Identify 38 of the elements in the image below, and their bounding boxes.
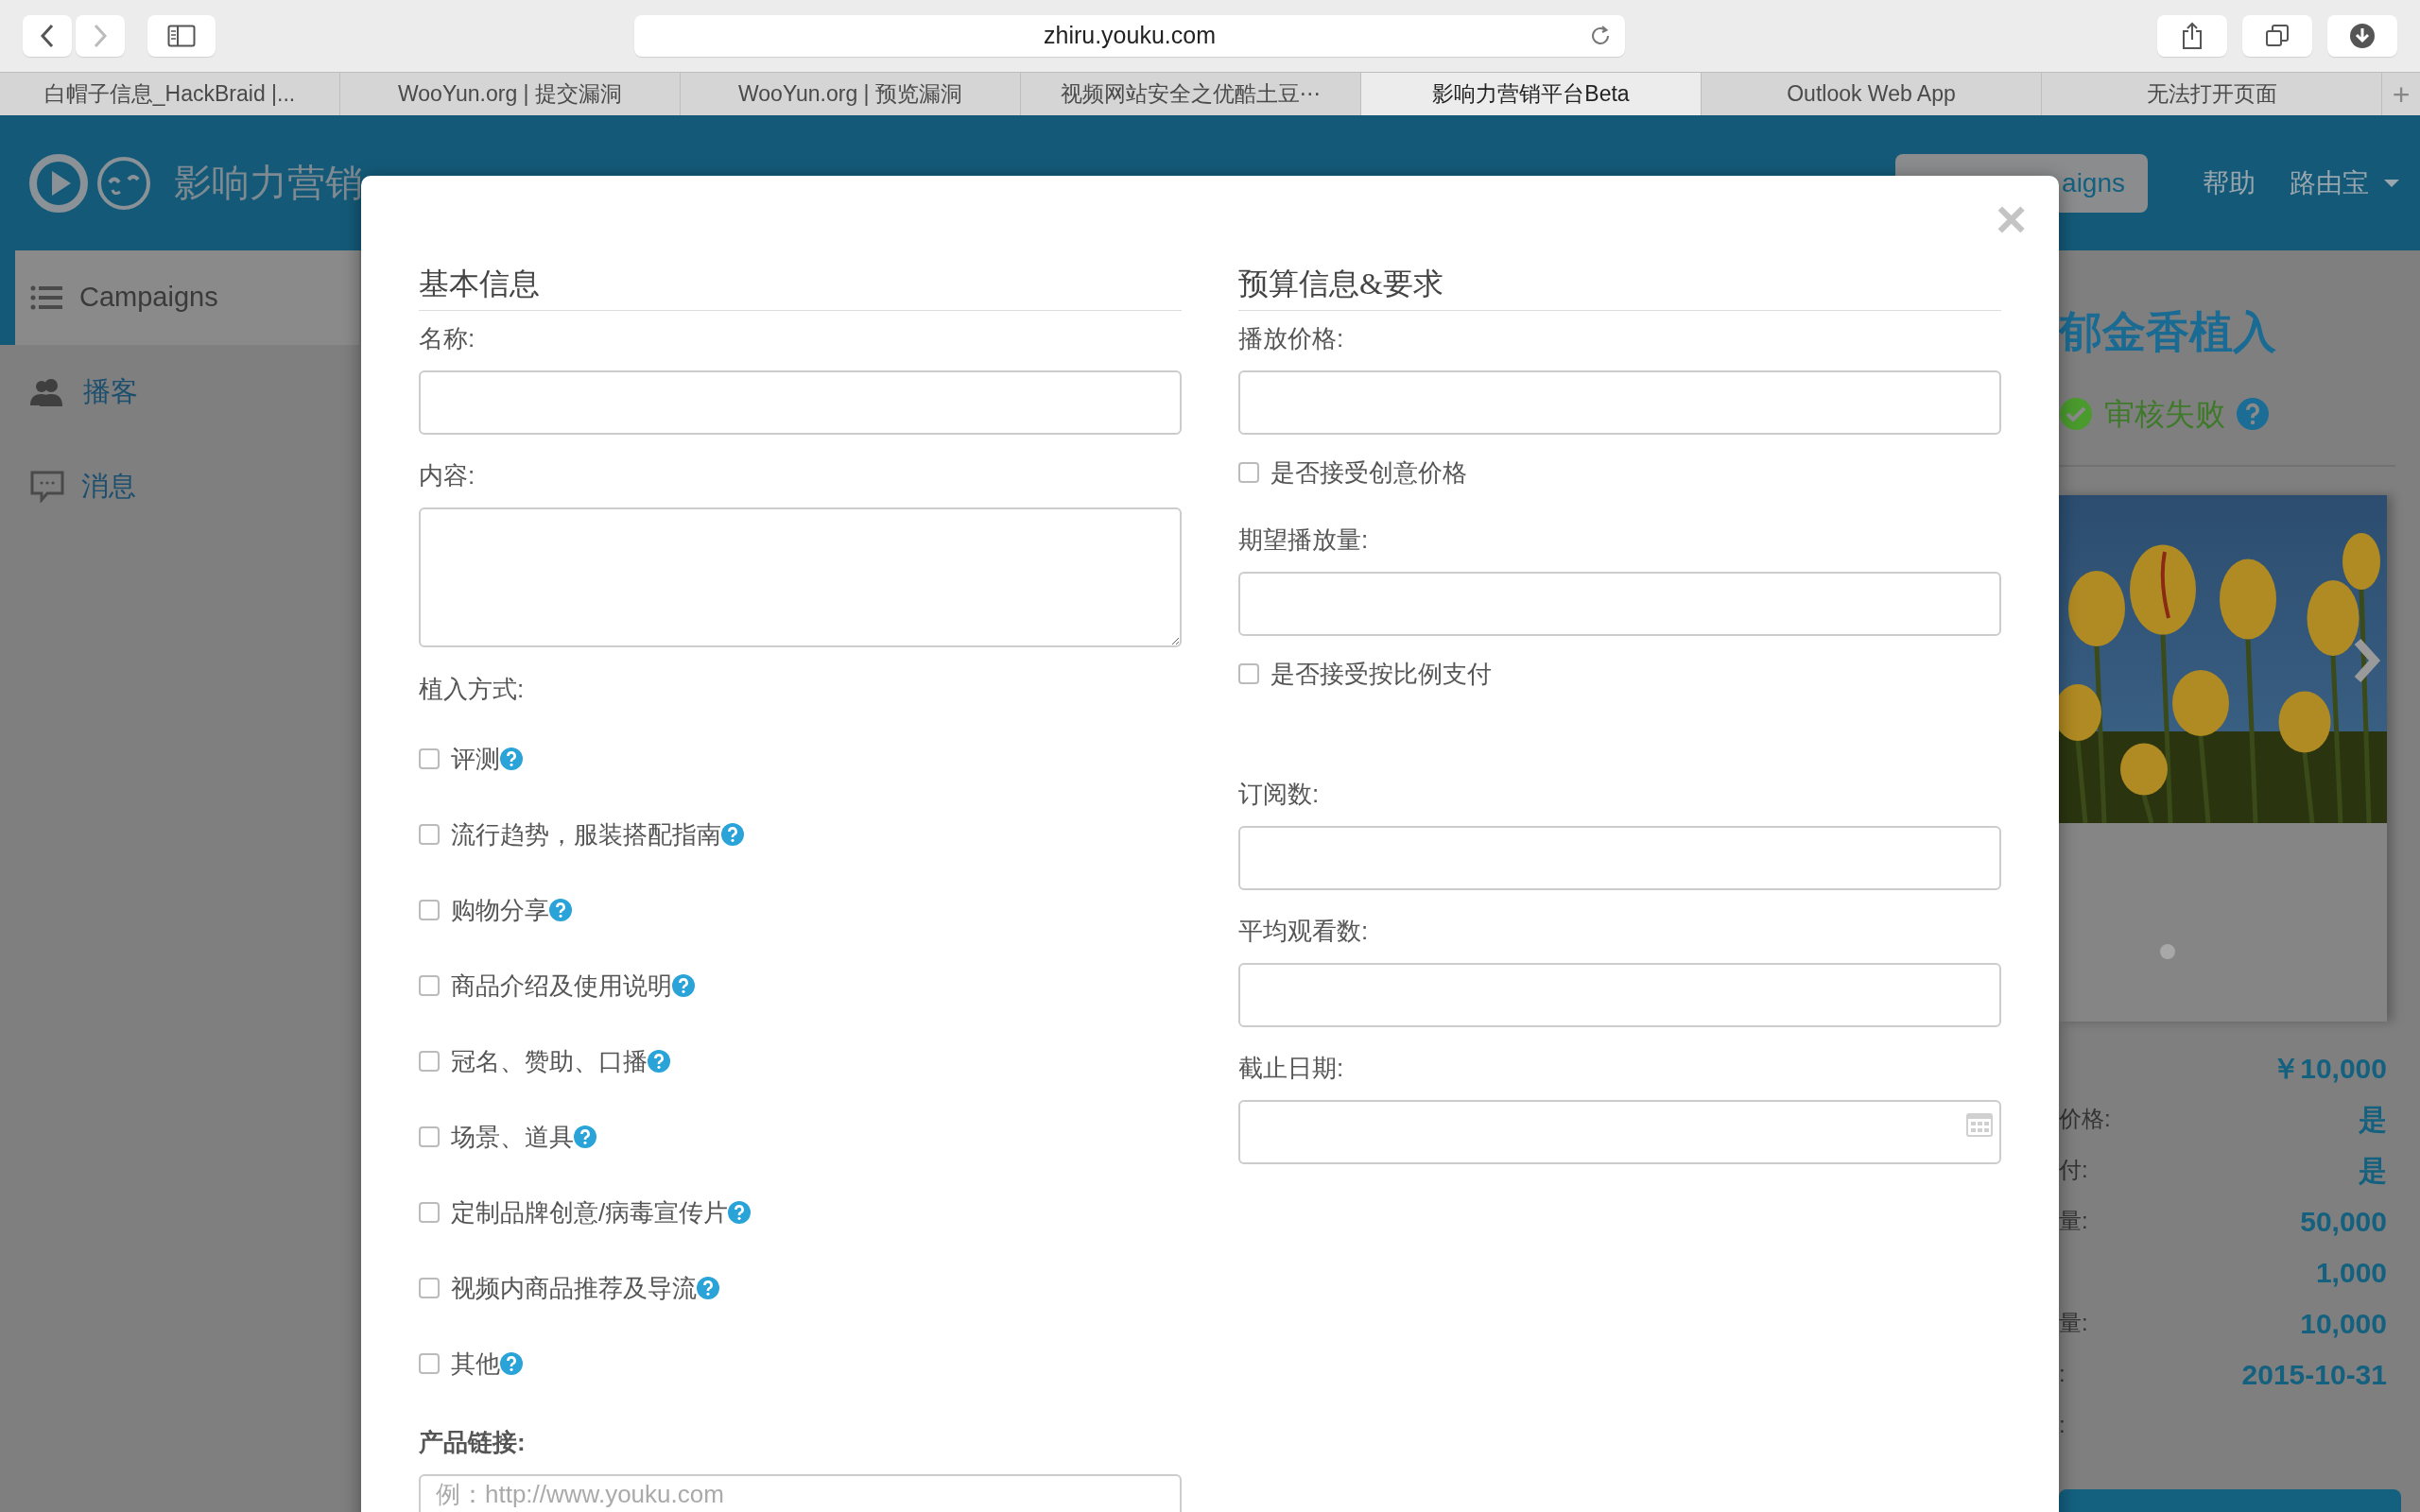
field-label: 截止日期: [1238,1053,1345,1084]
field-label: 名称: [419,323,476,354]
checkbox-label: 是否接受按比例支付 [1270,658,1492,690]
field-label: 期望播放量: [1238,524,1370,556]
site-title: 影响力营销 [174,160,363,206]
field-label: 订阅数: [1238,779,1321,810]
detail-value: 10,000 [2300,1306,2387,1341]
detail-value: 1,000 [2315,1255,2387,1290]
field-label: 内容: [419,460,476,491]
detail-label: : [2059,1411,2066,1439]
detail-label: 量: [2059,1207,2088,1235]
checkbox-label: 视频内商品推荐及导流 [451,1272,697,1304]
section-heading: 预算信息&要求 [1238,261,2001,311]
detail-value: 50,000 [2300,1204,2387,1239]
detail-value: 是 [2359,1102,2387,1137]
detail-value: 2015-10-31 [2241,1357,2387,1392]
checkbox-label: 是否接受创意价格 [1270,456,1467,489]
status-text: 审核失败 [2104,396,2225,433]
checkbox-label: 定制品牌创意/病毒宣传片 [451,1196,729,1228]
checkbox-label: 评测 [451,743,500,775]
checkbox-label: 其他 [451,1348,500,1380]
checkbox-label: 购物分享 [451,894,549,926]
campaign-title: 郁金香植入 [2059,305,2277,359]
checkbox-label: 流行趋势，服装搭配指南 [451,818,721,850]
field-label: 产品链接: [419,1427,527,1458]
detail-label: 付: [2059,1156,2088,1184]
detail-label: : [2059,1360,2066,1388]
detail-label: 量: [2059,1309,2088,1337]
section-heading: 基本信息 [419,261,1182,311]
field-label: 播放价格: [1238,323,1345,354]
field-label: 平均观看数: [1238,916,1370,947]
field-label: 植入方式: [419,674,526,705]
detail-value: 是 [2359,1153,2387,1188]
checkbox-label: 场景、道具 [451,1121,574,1153]
checkbox-label: 冠名、赞助、口播 [451,1045,648,1077]
detail-value: ￥10,000 [2272,1051,2387,1086]
checkbox-label: 商品介绍及使用说明 [451,970,672,1002]
detail-label: 价格: [2059,1105,2111,1133]
